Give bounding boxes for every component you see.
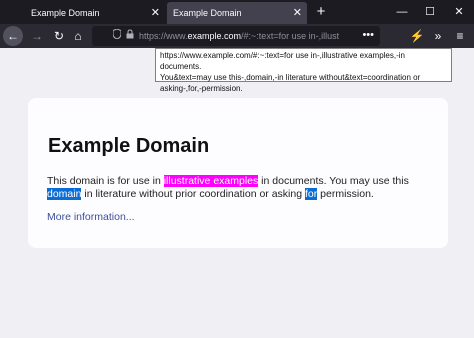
hamburger-menu-icon[interactable]: ≡ xyxy=(450,26,470,46)
tab-label: Example Domain xyxy=(173,8,242,18)
highlighted-text-for: for xyxy=(304,188,318,200)
highlighted-text-domain: domain xyxy=(47,188,82,200)
back-arrow-icon[interactable]: ← xyxy=(3,26,23,46)
tab-label: Example Domain xyxy=(31,8,100,18)
tooltip-line-3: asking-,for,-permission. xyxy=(160,84,243,93)
text-fragment: in documents. You may use this xyxy=(258,175,409,187)
page-actions-button[interactable]: ••• xyxy=(362,26,374,46)
text-fragment: in literature without prior coordination… xyxy=(81,188,305,200)
maximize-icon[interactable]: ☐ xyxy=(420,3,440,21)
tab-strip: Example Domain ✕ Example Domain ✕ + — ☐ … xyxy=(0,0,474,24)
highlighted-text-illustrative: illustrative examples xyxy=(163,175,259,187)
extension-icon[interactable]: ⚡ xyxy=(407,26,427,46)
url-bar[interactable]: https://www.example.com/#:~:text=for use… xyxy=(92,26,380,46)
browser-chrome: Example Domain ✕ Example Domain ✕ + — ☐ … xyxy=(0,0,474,48)
content-card xyxy=(28,98,448,248)
url-tooltip: https://www.example.com/#:~:text=for use… xyxy=(155,48,452,93)
tab-example-domain-1[interactable]: Example Domain ✕ xyxy=(25,2,165,24)
forward-arrow-icon[interactable]: → xyxy=(27,26,47,46)
url-domain: example.com xyxy=(187,31,242,41)
paragraph-line-1: This domain is for use in illustrative e… xyxy=(47,174,409,188)
tooltip-line-1: https://www.example.com/#:~:text=for use… xyxy=(160,51,405,71)
text-fragment: permission. xyxy=(317,188,374,200)
more-information-link[interactable]: More information... xyxy=(47,211,135,223)
new-tab-button[interactable]: + xyxy=(313,3,329,21)
close-icon[interactable]: ✕ xyxy=(293,2,302,24)
reload-icon[interactable]: ↻ xyxy=(49,26,69,46)
navigation-toolbar: ← → ↻ ⌂ https://www.example.com/#:~:text… xyxy=(0,24,474,48)
url-suffix: /#:~:text=for use in-,illustrative xyxy=(241,31,339,41)
tab-example-domain-2[interactable]: Example Domain ✕ xyxy=(167,2,307,24)
text-fragment: This domain is for use in xyxy=(47,175,164,187)
close-icon[interactable]: ✕ xyxy=(151,2,160,24)
home-icon[interactable]: ⌂ xyxy=(68,26,88,46)
window-close-icon[interactable]: ✕ xyxy=(449,3,469,21)
shield-icon[interactable] xyxy=(112,26,122,46)
url-text[interactable]: https://www.example.com/#:~:text=for use… xyxy=(139,26,339,46)
tooltip-line-2: You&text=may use this-,domain,-in litera… xyxy=(160,73,421,82)
page-title: Example Domain xyxy=(48,135,210,157)
paragraph-line-2: domain in literature without prior coord… xyxy=(47,187,374,201)
overflow-menu-icon[interactable]: » xyxy=(428,26,448,46)
lock-icon[interactable] xyxy=(125,26,135,46)
minimize-icon[interactable]: — xyxy=(392,3,412,21)
url-prefix: https://www. xyxy=(139,31,188,41)
